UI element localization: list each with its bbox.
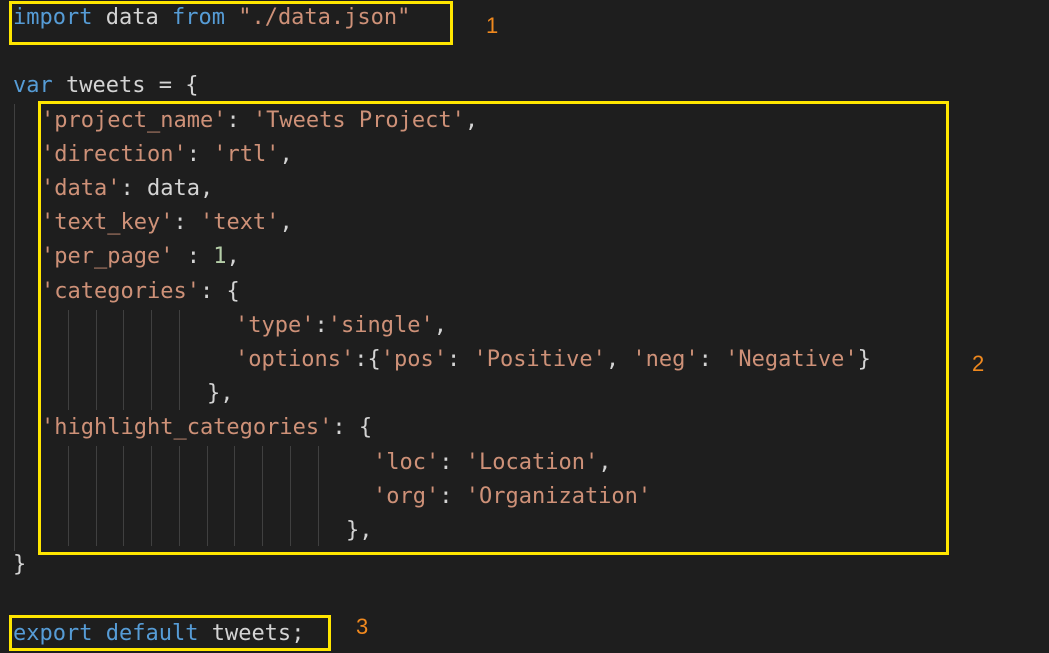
var-identifier: tweets [66,73,146,98]
code-editor[interactable]: import data from "./data.json" var tweet… [0,0,1049,653]
indent-guide [14,104,15,551]
annotation-marker-1: 1 [486,13,499,38]
code-line-var: var tweets = { [13,71,198,101]
annotation-marker-3: 3 [356,614,369,639]
highlight-box-1 [9,1,453,45]
annotation-marker-2: 2 [972,351,985,376]
code-line-close-brace: } [13,550,26,580]
highlight-box-2 [38,101,949,555]
highlight-box-3 [9,615,331,651]
var-keyword: var [13,73,53,98]
close-brace: } [13,552,27,577]
assign-operator: = { [145,73,199,98]
